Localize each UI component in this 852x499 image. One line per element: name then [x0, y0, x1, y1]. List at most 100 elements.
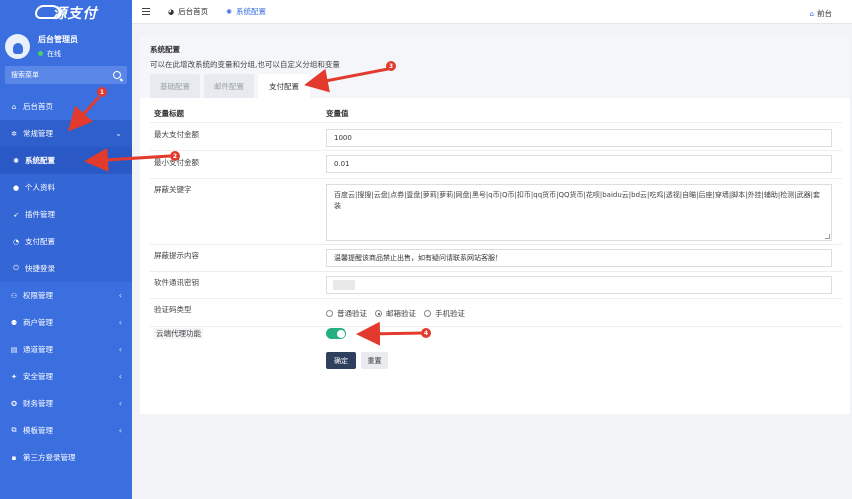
annotation-badge-3: 3	[386, 61, 396, 71]
sidebar-item-label: 系统配置	[25, 156, 55, 165]
row-label-max-amount: 最大支付金额	[154, 130, 199, 139]
shield-icon: ✦	[11, 372, 17, 381]
keywords-textarea[interactable]: 百度云|搜搜|云盘|点券|壹盘|萝莉|萝莉|网盘|黑号|q币|Q币|扣币|qq货…	[326, 184, 832, 241]
money-icon: ✪	[11, 399, 17, 408]
sidebar-item-payment-config[interactable]: ◔ 支付配置	[0, 228, 132, 255]
annotation-badge-2: 2	[170, 151, 180, 161]
resize-handle-icon[interactable]	[825, 234, 830, 239]
secret-input[interactable]	[326, 276, 832, 294]
config-panel: 系统配置 可以在此增改系统的变量和分组,也可以自定义分组和变量 基础配置 邮件配…	[140, 36, 850, 414]
radio-icon	[424, 310, 431, 317]
sidebar-item-finance[interactable]: ✪ 财务管理 ‹	[0, 390, 132, 417]
sidebar-item-label: 插件管理	[25, 210, 55, 219]
template-icon: ⧉	[11, 426, 17, 434]
sidebar-item-label: 快捷登录	[25, 264, 55, 273]
tab-mail-config[interactable]: 邮件配置	[204, 74, 254, 98]
sidebar-item-permissions[interactable]: ⚇ 权限管理 ‹	[0, 282, 132, 309]
gears-icon: ✲	[11, 129, 17, 138]
panel-header: 系统配置 可以在此增改系统的变量和分组,也可以自定义分组和变量 基础配置 邮件配…	[140, 36, 850, 98]
sidebar-item-label: 财务管理	[23, 399, 53, 408]
radio-normal[interactable]: 普通验证	[326, 308, 367, 319]
sidebar-item-label: 支付配置	[25, 237, 55, 246]
sidebar-item-profile[interactable]: ● 个人资料	[0, 174, 132, 201]
list-icon: ▤	[10, 345, 18, 354]
radio-email[interactable]: 邮箱验证	[375, 308, 416, 319]
sidebar-item-home[interactable]: ⌂ 后台首页	[0, 93, 132, 120]
power-icon: ⏻	[13, 264, 19, 272]
divider	[150, 271, 842, 272]
sidebar-item-templates[interactable]: ⧉ 模板管理 ‹	[0, 417, 132, 444]
reset-button[interactable]: 重置	[361, 352, 388, 369]
max-amount-input[interactable]: 1000	[326, 129, 832, 147]
config-tabs: 基础配置 邮件配置 支付配置	[150, 74, 314, 98]
menu-search-input[interactable]: 搜索菜单	[5, 66, 127, 84]
sidebar-item-label: 常规管理	[23, 129, 53, 138]
sidebar-item-label: 个人资料	[25, 183, 55, 192]
tab-dashboard[interactable]: ◕ 后台首页	[168, 6, 208, 17]
radio-icon	[326, 310, 333, 317]
panel-description: 可以在此增改系统的变量和分组,也可以自定义分组和变量	[150, 60, 340, 69]
chevron-left-icon: ‹	[118, 318, 122, 327]
tab-basic-config[interactable]: 基础配置	[150, 74, 200, 98]
notice-input[interactable]: 温馨提醒该商品禁止出售，如有疑问请联系网站客服！	[326, 249, 832, 267]
sidebar-item-plugins[interactable]: ➶ 插件管理	[0, 201, 132, 228]
menu-toggle-icon[interactable]	[142, 8, 150, 15]
divider	[150, 178, 842, 179]
column-header-title: 变量标题	[154, 109, 184, 118]
chevron-left-icon: ‹	[118, 399, 122, 408]
sidebar-item-third-party-login[interactable]: ▪ 第三方登录管理	[0, 444, 132, 471]
sidebar-item-label: 通道管理	[23, 345, 53, 354]
divider	[150, 298, 842, 299]
user-icon: ●	[12, 183, 20, 192]
radio-checked-icon	[375, 310, 382, 317]
tab-label: 后台首页	[178, 7, 209, 16]
sidebar-item-general[interactable]: ✲ 常规管理 ⌄	[0, 120, 132, 147]
sidebar: 源支付 后台管理员 在线 搜索菜单 ⌂ 后台首页 ✲ 常规管理 ⌄ ✺ 系统配置 ● 个人…	[0, 0, 132, 499]
row-label-proxy: 云端代理功能	[154, 328, 203, 339]
secret-value	[333, 280, 355, 290]
sidebar-item-label: 权限管理	[23, 291, 53, 300]
clock-icon: ◔	[12, 237, 20, 246]
home-icon: ⌂	[11, 102, 17, 111]
tab-payment-config[interactable]: 支付配置	[258, 74, 310, 98]
search-icon[interactable]	[113, 71, 121, 79]
tab-label: 系统配置	[235, 7, 266, 16]
submit-button[interactable]: 确定	[326, 352, 356, 369]
gear-icon: ✺	[226, 7, 232, 16]
column-header-value: 变量值	[326, 109, 349, 118]
sidebar-item-label: 模板管理	[23, 426, 53, 435]
chevron-down-icon: ⌄	[115, 129, 122, 138]
sidebar-item-channels[interactable]: ▤ 通道管理 ‹	[0, 336, 132, 363]
radio-label: 手机验证	[435, 309, 465, 318]
radio-label: 邮箱验证	[386, 309, 416, 318]
topbar: ◕ 后台首页 ✺ 系统配置 ⌂ 前台	[132, 0, 852, 24]
sidebar-item-quick-login[interactable]: ⏻ 快捷登录	[0, 255, 132, 282]
row-label-notice: 屏蔽提示内容	[154, 251, 199, 260]
sidebar-item-merchants[interactable]: ⚉ 商户管理 ‹	[0, 309, 132, 336]
front-site-link[interactable]: ⌂ 前台	[810, 8, 832, 19]
user-name: 后台管理员	[38, 34, 78, 44]
avatar	[5, 33, 30, 59]
cloud-logo-icon	[34, 5, 61, 19]
divider	[150, 150, 842, 151]
proxy-toggle[interactable]	[326, 328, 346, 339]
panel-title: 系统配置	[150, 45, 180, 54]
tab-system-config[interactable]: ✺ 系统配置	[226, 6, 266, 17]
chevron-left-icon: ‹	[118, 291, 122, 300]
gear-icon: ✺	[13, 156, 19, 165]
sidebar-nav: ⌂ 后台首页 ✲ 常规管理 ⌄ ✺ 系统配置 ● 个人资料 ➶ 插件管理 ◔ 支付配置 ⏻ 快捷…	[0, 93, 132, 471]
radio-label: 普通验证	[337, 309, 367, 318]
keywords-text: 百度云|搜搜|云盘|点券|壹盘|萝莉|萝莉|网盘|黑号|q币|Q币|扣币|qq货…	[334, 191, 820, 210]
captcha-radio-group: 普通验证 邮箱验证 手机验证	[326, 308, 473, 319]
user-status: 在线	[47, 49, 61, 58]
sidebar-item-label: 商户管理	[23, 318, 53, 327]
logo[interactable]: 源支付	[0, 0, 132, 26]
chevron-left-icon: ‹	[118, 372, 122, 381]
row-label-secret: 软件通讯密钥	[154, 278, 199, 287]
dashboard-icon: ◕	[168, 7, 175, 16]
sidebar-item-security[interactable]: ✦ 安全管理 ‹	[0, 363, 132, 390]
min-amount-input[interactable]: 0.01	[326, 155, 832, 173]
sidebar-item-system-config[interactable]: ✺ 系统配置	[0, 147, 132, 174]
annotation-badge-1: 1	[97, 87, 107, 97]
radio-phone[interactable]: 手机验证	[424, 308, 465, 319]
